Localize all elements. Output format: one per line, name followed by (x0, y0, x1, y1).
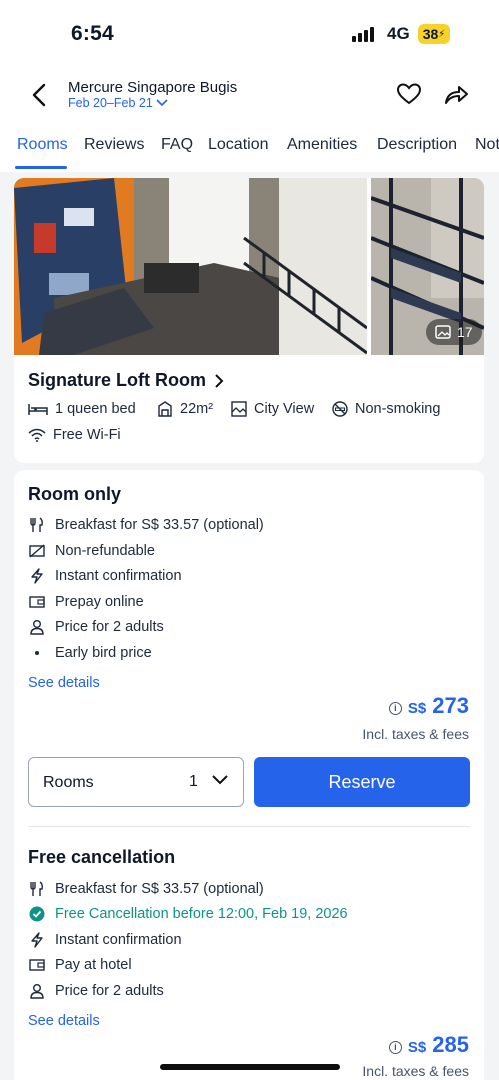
divider (28, 826, 470, 827)
rate1-price: i S$ 273 (388, 693, 469, 719)
price-amount: 285 (432, 1032, 469, 1057)
amenity-view: City View (231, 401, 314, 417)
home-indicator[interactable] (160, 1064, 340, 1070)
rate2-feature-adults: Price for 2 adults (28, 982, 164, 999)
feature-text: Instant confirmation (55, 931, 182, 948)
room-photo-illustration (14, 178, 367, 355)
feature-text: Pay at hotel (55, 956, 132, 973)
feature-text: Breakfast for S$ 33.57 (optional) (55, 880, 264, 897)
battery-level: 38 (422, 26, 439, 42)
no-smoking-icon (332, 401, 348, 417)
wifi-icon (28, 428, 46, 442)
amenity-bed: 1 queen bed (28, 401, 136, 417)
photo-count-badge[interactable]: 17 (426, 319, 482, 345)
see-details-link-2[interactable]: See details (28, 1013, 100, 1029)
feature-text: Price for 2 adults (55, 618, 164, 635)
smoking-text: Non-smoking (355, 401, 441, 417)
person-icon (29, 619, 44, 635)
chevron-down-icon (156, 99, 168, 107)
rooms-quantity: 1 (189, 773, 198, 790)
feature-text: Free Cancellation before 12:00, Feb 19, … (55, 905, 348, 922)
rate1-feature-early-bird: Early bird price (28, 644, 152, 661)
rate2-price: i S$ 285 (388, 1032, 469, 1058)
person-icon (29, 983, 44, 999)
lightning-icon (30, 567, 43, 584)
room-title: Signature Loft Room (28, 370, 206, 390)
non-refundable-icon (28, 543, 45, 558)
rate1-feature-adults: Price for 2 adults (28, 618, 164, 635)
tab-reviews[interactable]: Reviews (84, 136, 144, 154)
bed-icon (28, 404, 48, 415)
photo-count: 17 (457, 324, 473, 340)
reserve-button[interactable]: Reserve (254, 757, 470, 807)
rate1-feature-prepay: Prepay online (28, 593, 144, 610)
price-note: Incl. taxes & fees (362, 1063, 469, 1079)
wallet-icon (28, 958, 45, 971)
feature-text: Prepay online (55, 593, 144, 610)
network-label: 4G (387, 24, 410, 43)
rate2-feature-pay-at-hotel: Pay at hotel (28, 956, 132, 973)
rooms-label: Rooms (43, 774, 94, 791)
share-icon[interactable] (443, 82, 469, 106)
rate1-feature-instant: Instant confirmation (28, 567, 182, 584)
size-text: 22m² (180, 401, 214, 417)
hotel-name: Mercure Singapore Bugis (68, 79, 238, 96)
chevron-right-icon (215, 373, 224, 388)
battery-icon: 38 ⚡ (418, 24, 450, 44)
feature-text: Breakfast for S$ 33.57 (optional) (55, 516, 264, 533)
info-icon[interactable]: i (388, 701, 402, 715)
date-range-selector[interactable]: Feb 20–Feb 21 (68, 96, 168, 110)
cutlery-icon (29, 880, 43, 896)
check-circle-icon (29, 906, 44, 921)
rate1-feature-refund: Non-refundable (28, 542, 155, 559)
heart-icon[interactable] (396, 82, 422, 106)
bed-text: 1 queen bed (55, 401, 136, 417)
tab-rooms[interactable]: Rooms (17, 136, 68, 154)
back-arrow-icon[interactable] (28, 82, 52, 108)
feature-text: Price for 2 adults (55, 982, 164, 999)
lightning-icon (30, 931, 43, 948)
image-icon (435, 325, 451, 339)
price-amount: 273 (432, 693, 469, 718)
date-range-text: Feb 20–Feb 21 (68, 96, 153, 110)
view-text: City View (254, 401, 315, 417)
room-photo-main[interactable] (14, 178, 367, 355)
rate2-feature-instant: Instant confirmation (28, 931, 182, 948)
wifi-text: Free Wi-Fi (53, 427, 121, 443)
rooms-quantity-select[interactable]: Rooms 1 (28, 757, 244, 807)
window-view-icon (231, 401, 247, 417)
tab-notes[interactable]: Not (475, 136, 499, 154)
price-note: Incl. taxes & fees (362, 726, 469, 742)
signal-icon (352, 26, 374, 42)
rate1-feature-breakfast: Breakfast for S$ 33.57 (optional) (28, 516, 264, 533)
info-icon[interactable]: i (388, 1040, 402, 1054)
rate2-feature-breakfast: Breakfast for S$ 33.57 (optional) (28, 880, 264, 897)
status-time: 6:54 (71, 22, 114, 45)
feature-text: Early bird price (55, 644, 152, 661)
section-tabs: Rooms Reviews FAQ Location Amenities Des… (0, 134, 499, 170)
see-details-link-1[interactable]: See details (28, 675, 100, 691)
amenity-smoking: Non-smoking (332, 401, 440, 417)
room-card: 17 Signature Loft Room 1 queen bed 22m² … (14, 178, 484, 463)
room-title-link[interactable]: Signature Loft Room (28, 370, 224, 391)
bullet-icon (34, 650, 39, 655)
amenity-wifi: Free Wi-Fi (28, 427, 121, 443)
active-tab-indicator (15, 166, 67, 169)
room-size-icon (158, 401, 172, 417)
rate2-feature-free-cancellation: Free Cancellation before 12:00, Feb 19, … (28, 905, 348, 922)
chevron-down-icon (212, 775, 228, 785)
currency: S$ (407, 1039, 427, 1056)
rate-title-room-only: Room only (28, 484, 121, 504)
rate-title-free-cancellation: Free cancellation (28, 847, 176, 867)
tab-location[interactable]: Location (208, 136, 269, 154)
tab-faq[interactable]: FAQ (161, 136, 193, 154)
tab-description[interactable]: Description (377, 136, 457, 154)
wallet-icon (28, 595, 45, 608)
feature-text: Instant confirmation (55, 567, 182, 584)
feature-text: Non-refundable (55, 542, 155, 559)
cutlery-icon (29, 516, 43, 532)
tab-amenities[interactable]: Amenities (287, 136, 357, 154)
amenity-size: 22m² (157, 401, 213, 417)
currency: S$ (407, 700, 427, 717)
